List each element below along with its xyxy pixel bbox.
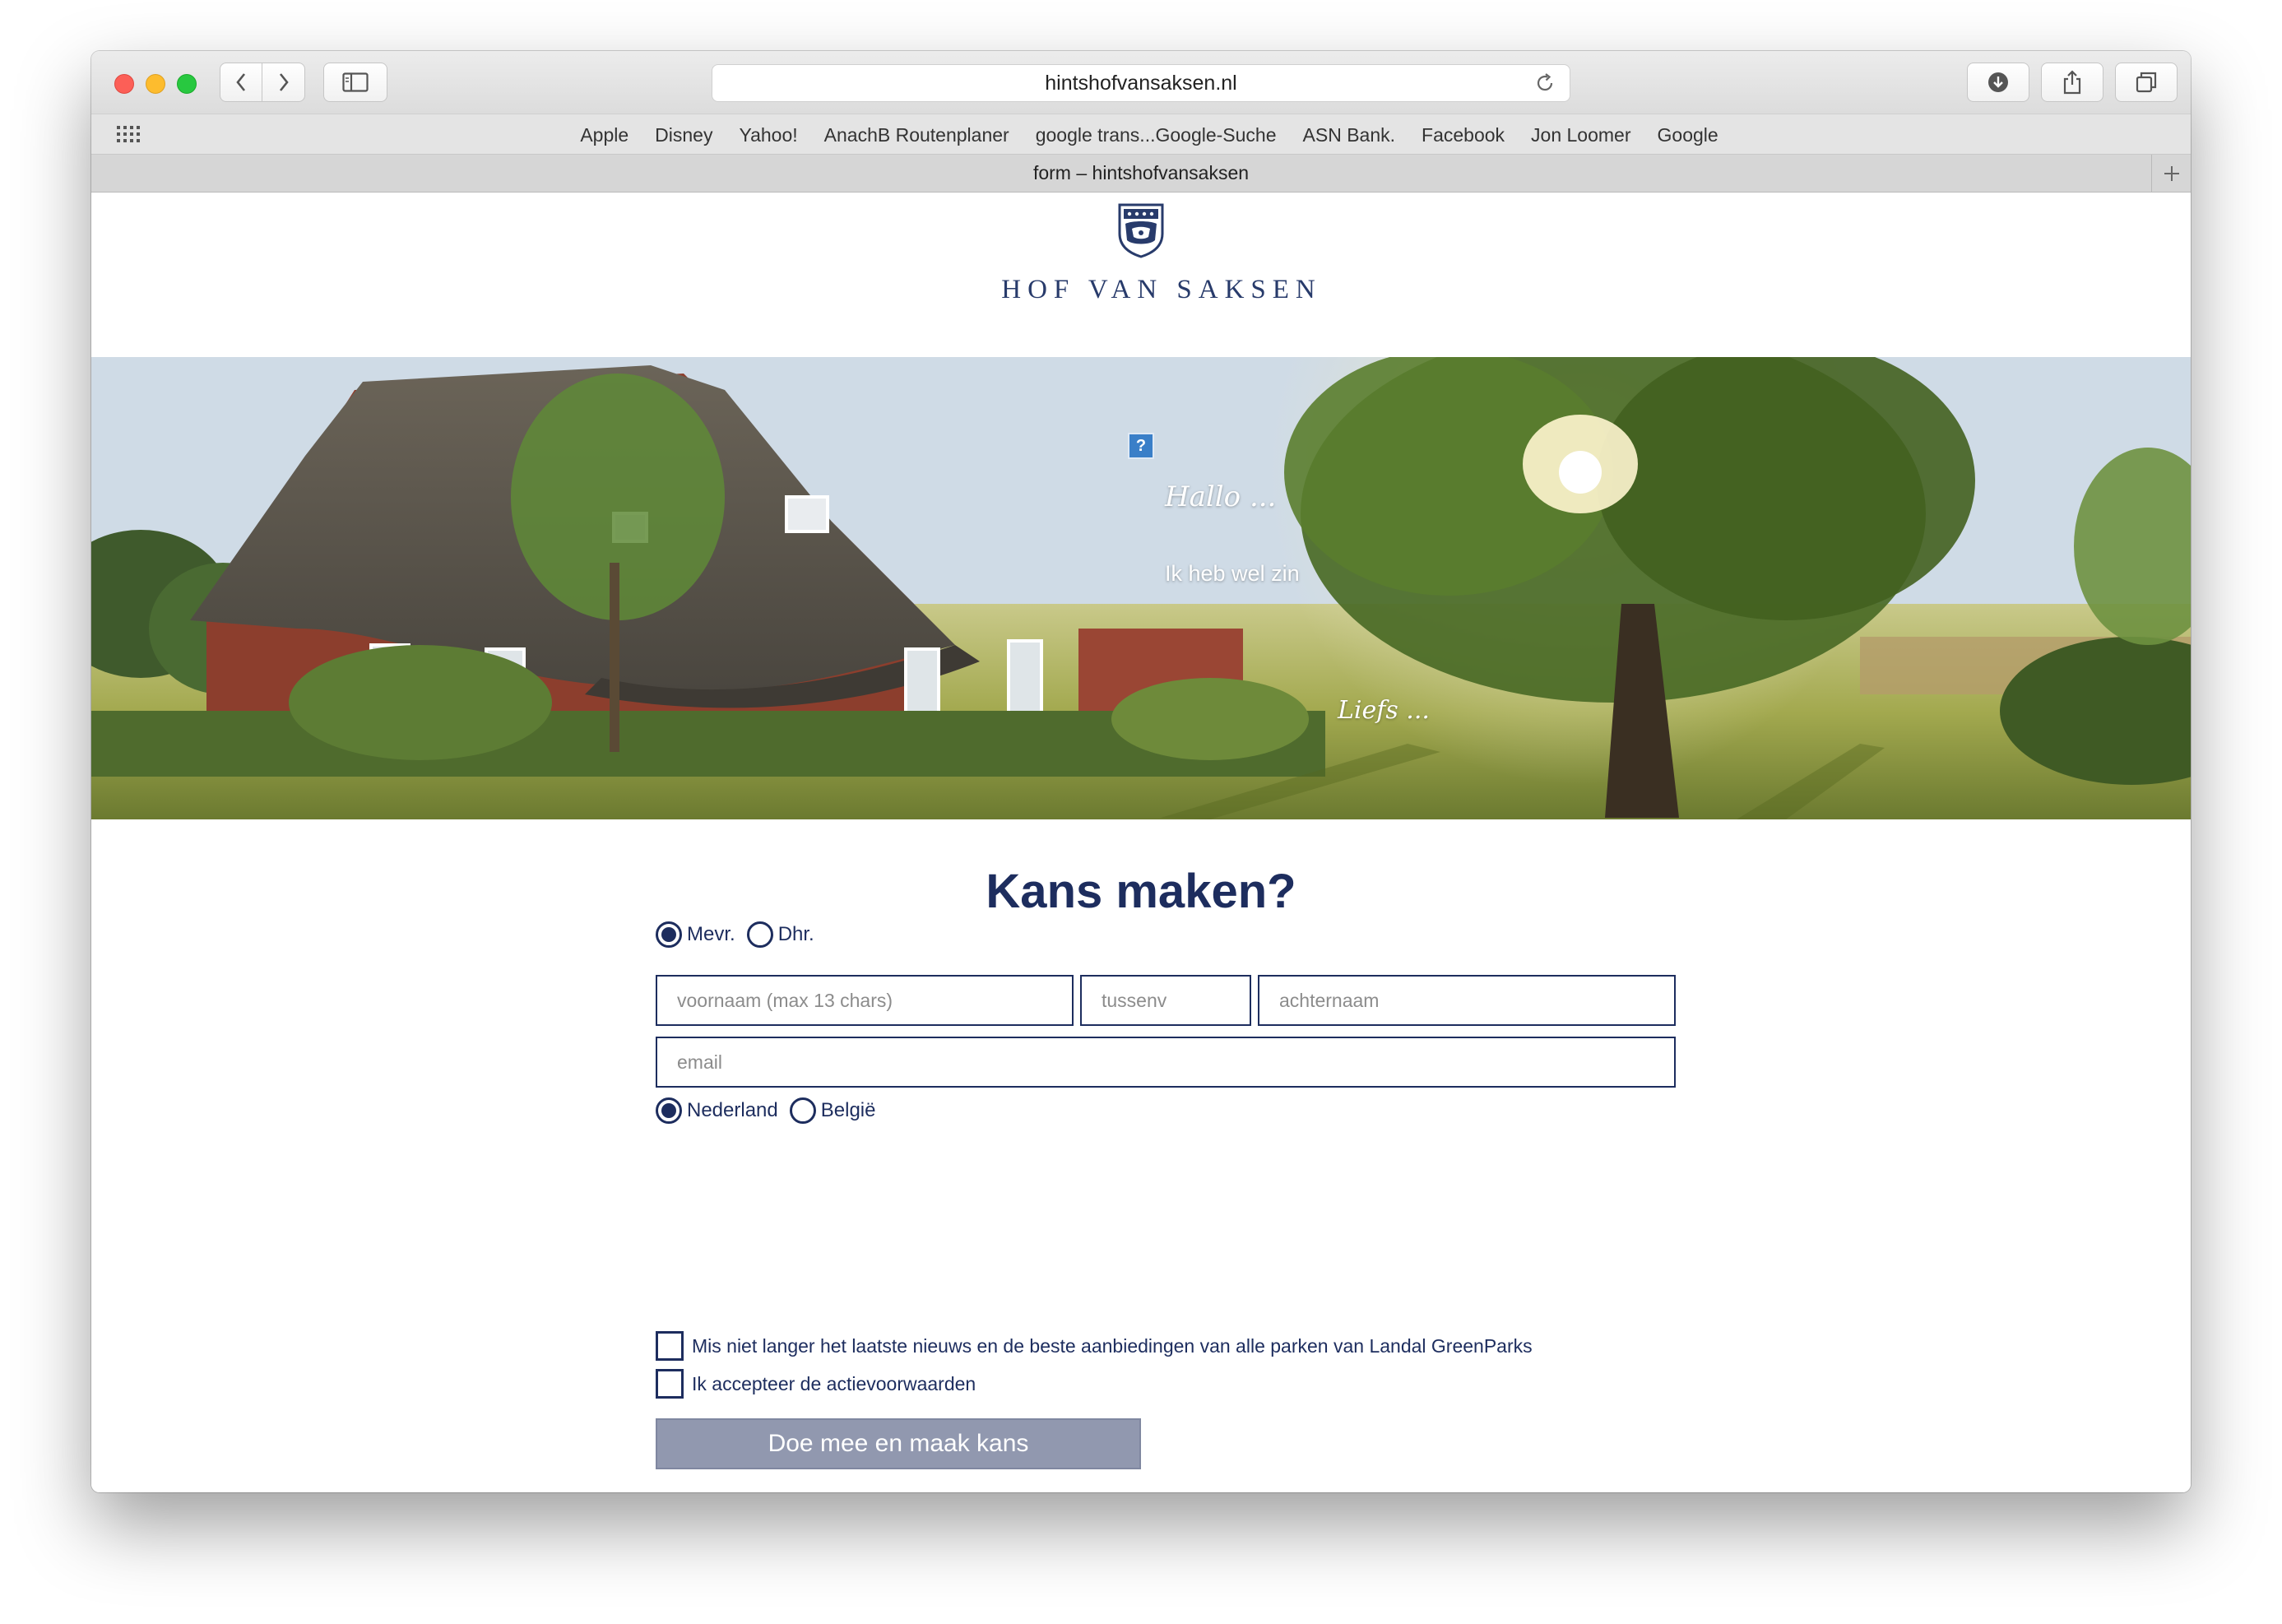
infix-field[interactable] — [1080, 975, 1251, 1026]
page-content: HOF VAN SAKSEN ? Hallo ... Ik heb wel zi… — [91, 193, 2191, 1492]
tab-bar: form – hintshofvansaksen — [91, 155, 2191, 193]
salutation-option-mevr[interactable]: Mevr. — [656, 921, 735, 948]
radio-checked-icon[interactable] — [656, 1097, 682, 1124]
email-field[interactable] — [656, 1037, 1676, 1088]
chevron-left-icon — [236, 73, 246, 91]
browser-window: hintshofvansaksen.nl Apple Disney Yahoo!… — [91, 51, 2191, 1492]
salutation-group: Mevr. Dhr. — [656, 921, 826, 948]
sidebar-toggle-button[interactable] — [323, 63, 387, 102]
bookmark-jon-loomer[interactable]: Jon Loomer — [1531, 124, 1630, 146]
share-icon — [2063, 70, 2081, 95]
forward-button[interactable] — [262, 63, 304, 101]
radio-checked-icon[interactable] — [656, 921, 682, 948]
new-tab-button[interactable] — [2151, 155, 2191, 192]
hero-image: ? Hallo ... Ik heb wel zin Liefs ... — [91, 357, 2191, 819]
hero-scene — [91, 357, 2191, 819]
terms-checkbox[interactable] — [656, 1369, 684, 1399]
brand-name: HOF VAN SAKSEN — [1001, 275, 1322, 304]
sidebar-icon — [342, 72, 369, 92]
minimize-window-button[interactable] — [146, 74, 165, 94]
newsletter-option: Mis niet langer het laatste nieuws en de… — [656, 1331, 1533, 1361]
tab-active[interactable]: form – hintshofvansaksen — [1033, 162, 1249, 184]
download-icon — [1988, 72, 2008, 92]
form-title: Kans maken? — [986, 865, 1296, 918]
bookmark-facebook[interactable]: Facebook — [1422, 124, 1505, 146]
downloads-button[interactable] — [1967, 63, 2029, 102]
crest-logo-icon — [1118, 203, 1164, 258]
bookmark-google-translate[interactable]: google trans...Google-Suche — [1036, 124, 1277, 146]
site-header: HOF VAN SAKSEN — [91, 193, 2191, 357]
newsletter-checkbox[interactable] — [656, 1331, 684, 1361]
radio-unchecked-icon[interactable] — [789, 1097, 816, 1124]
show-tabs-button[interactable] — [2115, 63, 2178, 102]
salutation-option-dhr[interactable]: Dhr. — [746, 921, 814, 948]
bookmark-yahoo[interactable]: Yahoo! — [739, 124, 797, 146]
terms-option: Ik accepteer de actievoorwaarden — [656, 1369, 976, 1399]
country-group: Nederland België — [656, 1097, 887, 1124]
country-label-nederland: Nederland — [687, 1099, 778, 1121]
bookmark-google[interactable]: Google — [1658, 124, 1718, 146]
submit-button[interactable]: Doe mee en maak kans — [656, 1418, 1141, 1469]
bookmarks-bar: Apple Disney Yahoo! AnachB Routenplaner … — [91, 114, 2191, 155]
reload-icon[interactable] — [1533, 72, 1556, 95]
country-label-belgie: België — [820, 1099, 876, 1121]
zoom-window-button[interactable] — [177, 74, 197, 94]
share-button[interactable] — [2041, 63, 2103, 102]
bookmark-list: Apple Disney Yahoo! AnachB Routenplaner … — [91, 114, 2191, 155]
terms-label: Ik accepteer de actievoorwaarden — [692, 1372, 976, 1394]
salutation-label-dhr: Dhr. — [777, 923, 814, 945]
newsletter-label: Mis niet langer het laatste nieuws en de… — [692, 1334, 1533, 1357]
bookmark-apple[interactable]: Apple — [580, 124, 628, 146]
plus-icon — [2164, 165, 2179, 181]
tabs-icon — [2136, 72, 2157, 93]
bookmark-disney[interactable]: Disney — [655, 124, 712, 146]
url-text: hintshofvansaksen.nl — [1045, 71, 1237, 95]
salutation-label-mevr: Mevr. — [687, 923, 735, 945]
first-name-field[interactable] — [656, 975, 1074, 1026]
browser-toolbar: hintshofvansaksen.nl — [91, 51, 2191, 114]
country-option-nederland[interactable]: Nederland — [656, 1097, 778, 1124]
hero-tagline: Ik heb wel zin — [1165, 561, 1300, 586]
nav-buttons — [220, 63, 305, 102]
radio-unchecked-icon[interactable] — [746, 921, 773, 948]
close-window-button[interactable] — [114, 74, 134, 94]
address-bar[interactable]: hintshofvansaksen.nl — [712, 64, 1570, 102]
bookmark-anachb[interactable]: AnachB Routenplaner — [824, 124, 1009, 146]
bookmark-asn-bank[interactable]: ASN Bank. — [1303, 124, 1396, 146]
back-button[interactable] — [220, 63, 263, 101]
country-option-belgie[interactable]: België — [789, 1097, 876, 1124]
hero-greeting: Hallo ... — [1165, 480, 1277, 513]
last-name-field[interactable] — [1258, 975, 1676, 1026]
help-icon[interactable]: ? — [1128, 433, 1154, 459]
hero-signoff: Liefs ... — [1338, 696, 1430, 725]
chevron-right-icon — [279, 73, 289, 91]
